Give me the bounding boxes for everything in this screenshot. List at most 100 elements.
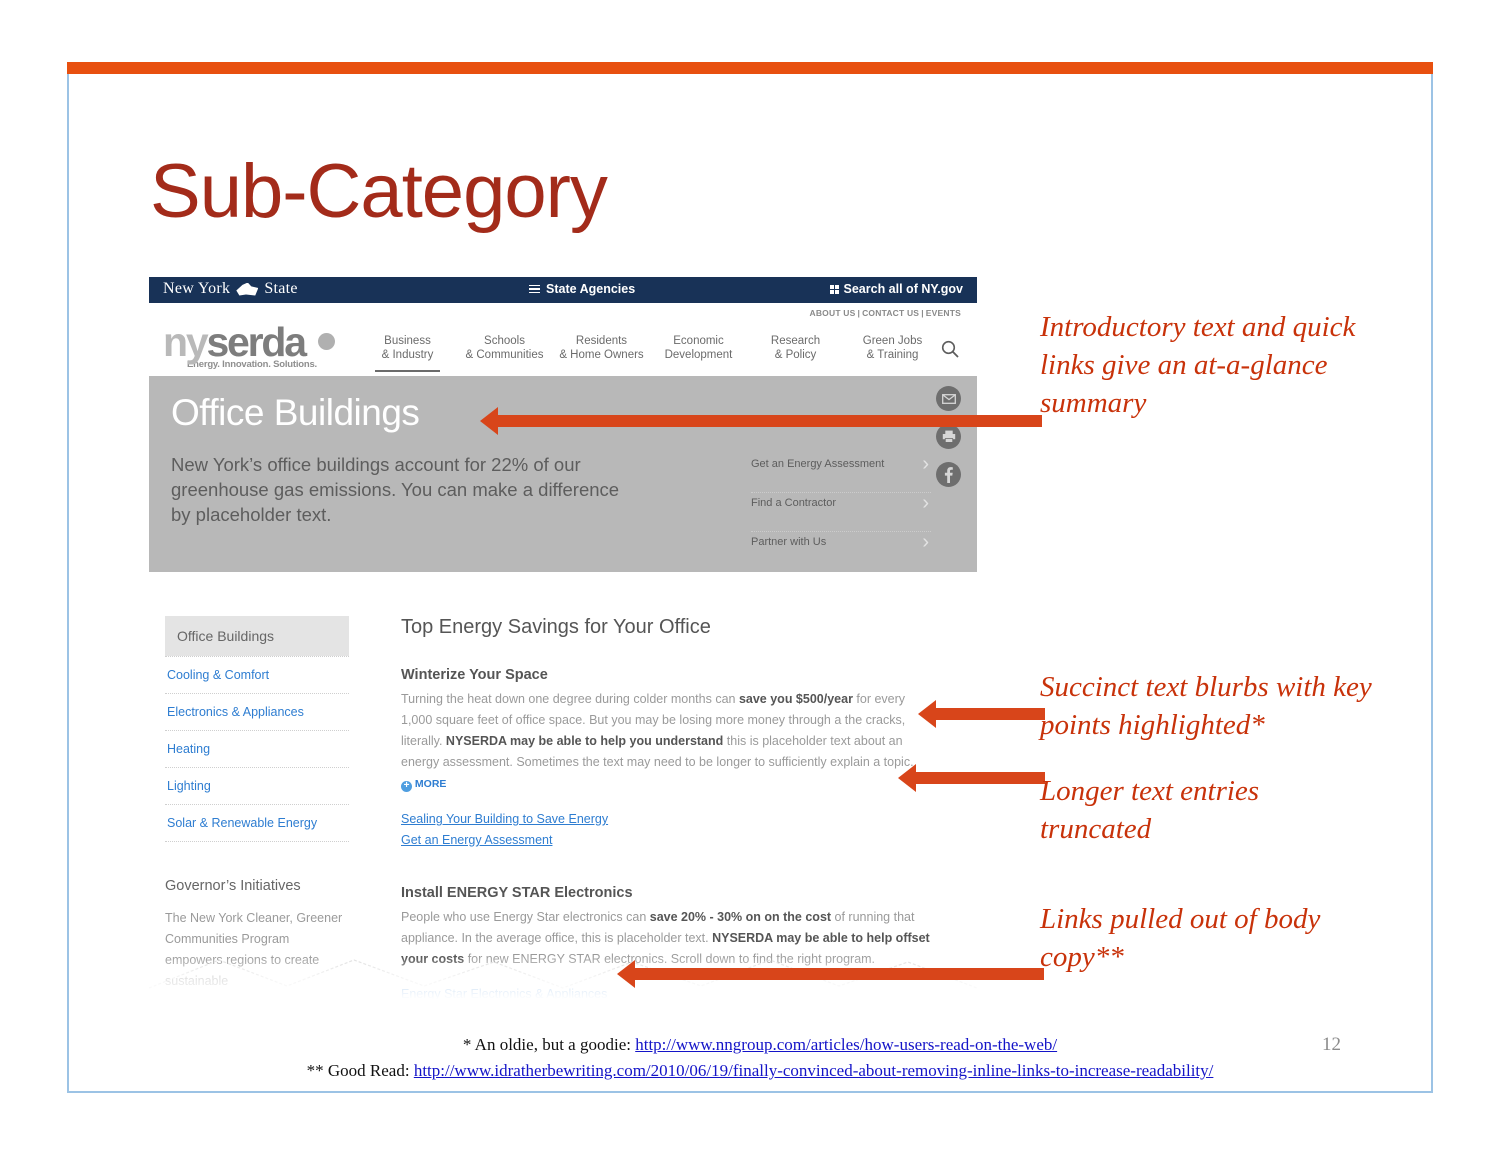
search-icon[interactable] [941, 340, 959, 358]
annotation-links-pulled: Links pulled out of body copy** [1040, 903, 1321, 973]
link-get-energy-assessment[interactable]: Get an Energy Assessment [401, 830, 931, 851]
site-sidebar: Office Buildings Cooling & Comfort Elect… [165, 616, 349, 992]
nyserda-logo[interactable]: nyserda Energy. Innovation. Solutions. [163, 322, 341, 370]
nav-item-green-jobs-training[interactable]: Green Jobs & Training [844, 334, 941, 372]
nav-item-line2: & Communities [465, 349, 544, 361]
hero-social-column [936, 386, 961, 500]
hero-quick-links: Get an Energy Assessment › Find a Contra… [751, 454, 931, 570]
logo-dot-icon [318, 333, 335, 350]
sidebar-divider [165, 841, 349, 842]
footnote-line-1: * An oldie, but a goodie: http://www.nng… [230, 1032, 1290, 1058]
annotation-arrow-truncated [898, 764, 1045, 792]
more-label: MORE [414, 778, 447, 790]
chevron-right-icon: › [922, 453, 929, 475]
slide-accent-bar [67, 62, 1433, 74]
nav-items: Business & Industry Schools & Communitie… [359, 334, 941, 372]
link-sealing-your-building[interactable]: Sealing Your Building to Save Energy [401, 809, 931, 830]
hero-banner: Office Buildings New York’s office build… [149, 376, 977, 572]
sidebar-link-cooling-comfort[interactable]: Cooling & Comfort [165, 656, 349, 693]
nygov-brand[interactable]: New York State [163, 280, 298, 298]
quick-link-find-contractor[interactable]: Find a Contractor › [751, 493, 931, 532]
footnote-2-prefix: ** Good Read: [306, 1061, 414, 1080]
annotation-intro-text: Introductory text and quick links give a… [1040, 311, 1356, 419]
nygov-top-bar: New York State State Agencies Search all… [149, 277, 977, 303]
state-agencies-link[interactable]: State Agencies [529, 282, 635, 296]
site-body: Office Buildings Cooling & Comfort Elect… [149, 572, 977, 1016]
site-main-column: Top Energy Savings for Your Office Winte… [401, 616, 931, 1005]
nav-item-line2: & Home Owners [559, 349, 644, 361]
plus-box-icon [829, 284, 839, 294]
quick-link-partner-with-us[interactable]: Partner with Us › [751, 532, 931, 570]
para-part-bold: NYSERDA may be able to help you understa… [445, 734, 724, 748]
utility-nav-events[interactable]: EVENTS [924, 308, 963, 318]
site-main-nav: nyserda Energy. Innovation. Solutions. B… [149, 318, 977, 376]
annotation-arrow-hero [480, 407, 1042, 435]
section-links: Sealing Your Building to Save Energy Get… [401, 809, 931, 851]
para-part: Turning the heat down one degree during … [401, 692, 739, 706]
new-york-state-shape-icon [236, 282, 259, 296]
main-heading: Top Energy Savings for Your Office [401, 616, 711, 638]
section-heading: Winterize Your Space [401, 667, 548, 683]
utility-nav-about[interactable]: ABOUT US [808, 308, 858, 318]
search-nygov-link[interactable]: Search all of NY.gov [829, 282, 963, 296]
quick-link-energy-assessment[interactable]: Get an Energy Assessment › [751, 454, 931, 493]
annotation-succinct-blurbs: Succinct text blurbs with key points hig… [1040, 671, 1372, 741]
sidebar-link-lighting[interactable]: Lighting [165, 767, 349, 804]
nav-item-line2: Development [664, 349, 733, 361]
nav-item-residents-home-owners[interactable]: Residents & Home Owners [553, 334, 650, 372]
annotation-arrow-blurb [918, 700, 1045, 728]
governor-initiatives-heading: Governor’s Initiatives [165, 878, 301, 894]
sidebar-link-heating[interactable]: Heating [165, 730, 349, 767]
sidebar-link-electronics-appliances[interactable]: Electronics & Appliances [165, 693, 349, 730]
state-agencies-label: State Agencies [546, 282, 636, 296]
utility-nav-contact[interactable]: CONTACT US [860, 308, 921, 318]
nav-item-line2: & Training [866, 349, 919, 361]
nav-item-line1: Schools [484, 335, 525, 347]
utility-nav: ABOUT US | CONTACT US | EVENTS [808, 308, 963, 318]
footnote-1-link[interactable]: http://www.nngroup.com/articles/how-user… [635, 1035, 1057, 1054]
hero-title: Office Buildings [171, 392, 420, 433]
sidebar-current-page: Office Buildings [165, 616, 349, 656]
nav-item-research-policy[interactable]: Research & Policy [747, 334, 844, 372]
footnote-2-link[interactable]: http://www.idratherbewriting.com/2010/06… [414, 1061, 1214, 1080]
para-part-bold: save you $500/year [738, 692, 853, 706]
website-screenshot: New York State State Agencies Search all… [149, 277, 977, 1017]
nav-item-line1: Business [384, 335, 431, 347]
nav-item-line1: Economic [673, 335, 724, 347]
section-paragraph: Turning the heat down one degree during … [401, 689, 931, 795]
nav-item-line2: & Industry [381, 349, 434, 361]
footnotes: * An oldie, but a goodie: http://www.nng… [230, 1032, 1290, 1084]
content-section-winterize: Winterize Your Space Turning the heat do… [401, 667, 931, 851]
nav-item-economic-development[interactable]: Economic Development [650, 334, 747, 372]
logo-word: serda [206, 319, 307, 365]
section-heading: Install ENERGY STAR Electronics [401, 885, 633, 901]
nav-item-line1: Green Jobs [862, 335, 923, 347]
email-icon[interactable] [936, 386, 961, 411]
facebook-icon[interactable] [936, 462, 961, 487]
nav-item-schools-communities[interactable]: Schools & Communities [456, 334, 553, 372]
print-icon[interactable] [936, 424, 961, 449]
more-link[interactable]: + MORE [401, 778, 447, 792]
nygov-brand-left: New York [163, 280, 231, 297]
nav-item-line1: Residents [575, 335, 628, 347]
nav-item-business-industry[interactable]: Business & Industry [359, 334, 456, 372]
plus-circle-icon: + [401, 781, 412, 792]
annotation-arrow-links [617, 960, 1044, 988]
search-nygov-label: Search all of NY.gov [843, 282, 963, 296]
sidebar-link-solar-renewable-energy[interactable]: Solar & Renewable Energy [165, 804, 349, 841]
para-part-bold: save 20% - 30% on on the cost [649, 910, 832, 924]
nav-item-line1: Research [770, 335, 821, 347]
footnote-line-2: ** Good Read: http://www.idratherbewriti… [230, 1058, 1290, 1084]
footnote-1-prefix: * An oldie, but a goodie: [462, 1035, 636, 1054]
chevron-right-icon: › [922, 492, 929, 514]
page-title: Sub-Category [150, 149, 608, 234]
para-part: People who use Energy Star electronics c… [401, 910, 650, 924]
nav-item-line2: & Policy [774, 349, 817, 361]
nygov-brand-right: State [264, 280, 298, 297]
quick-link-label: Find a Contractor [751, 497, 836, 509]
list-icon [529, 284, 540, 294]
quick-link-label: Partner with Us [751, 536, 827, 548]
chevron-right-icon: › [922, 531, 929, 553]
quick-link-label: Get an Energy Assessment [751, 458, 885, 470]
annotation-longer-truncated: Longer text entries truncated [1040, 775, 1260, 845]
